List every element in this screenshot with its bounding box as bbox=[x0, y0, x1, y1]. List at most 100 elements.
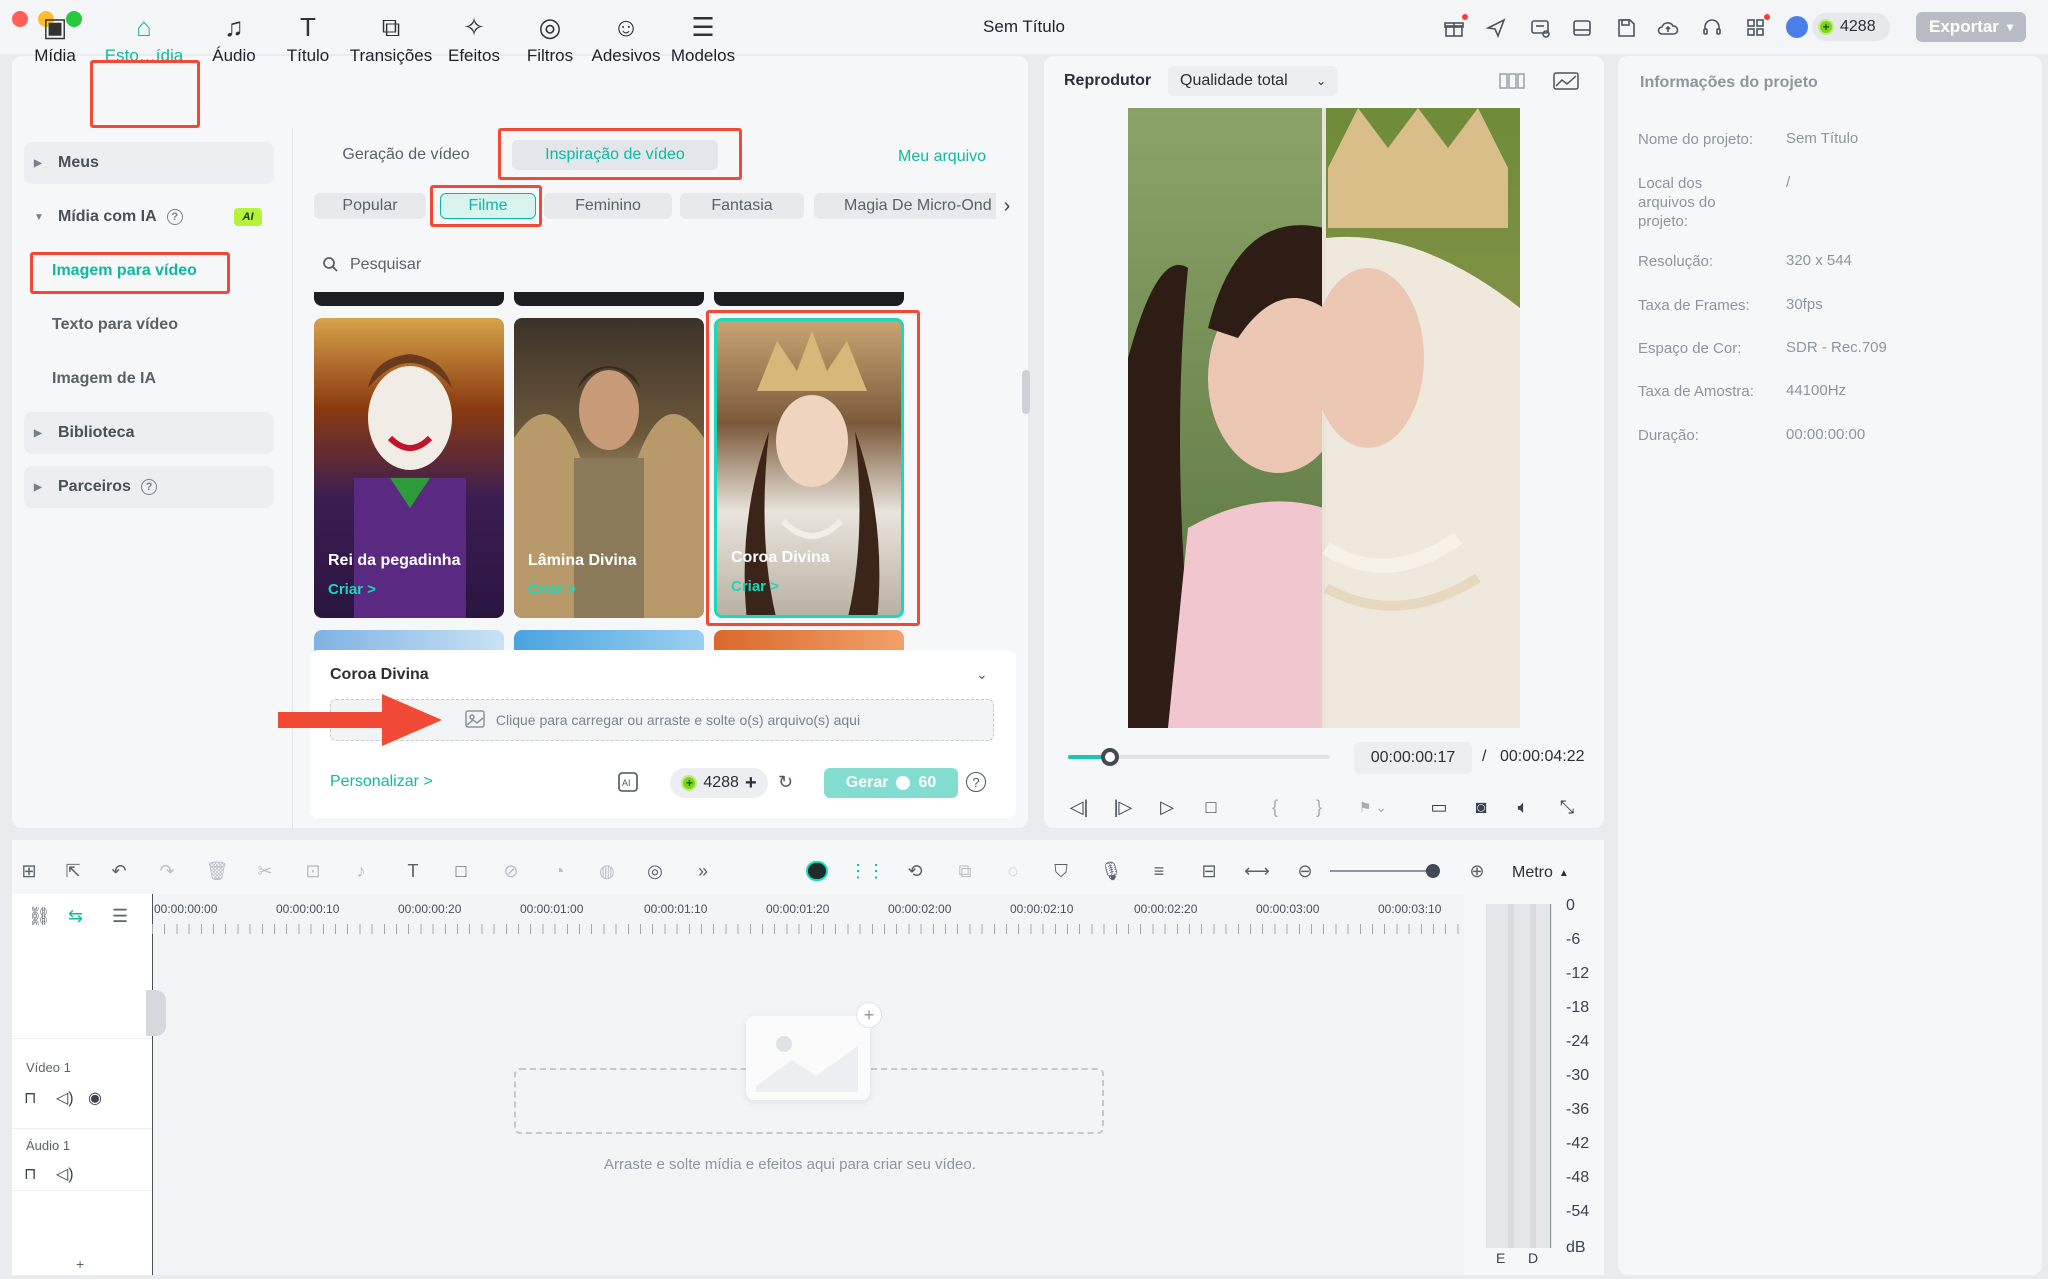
stop-icon[interactable]: □ bbox=[1196, 792, 1226, 822]
tab-media[interactable]: ▣ Mídia bbox=[24, 8, 86, 74]
gift-icon[interactable] bbox=[1440, 14, 1468, 42]
template-card-selected[interactable]: Coroa Divina Criar > bbox=[714, 318, 904, 618]
user-avatar[interactable] bbox=[1786, 16, 1808, 38]
audio-edit-icon[interactable]: ♪ bbox=[346, 856, 376, 886]
volume-icon[interactable]: ◁) bbox=[56, 1088, 74, 1108]
more-tools-icon[interactable]: » bbox=[688, 856, 718, 886]
tab-video-generation[interactable]: Geração de vídeo bbox=[326, 140, 486, 170]
scrollbar-thumb[interactable] bbox=[1022, 370, 1030, 414]
sidebar-item-text-to-video[interactable]: Texto para vídeo bbox=[52, 316, 178, 334]
color-palette-icon[interactable]: ◍ bbox=[592, 856, 622, 886]
image-view-icon[interactable] bbox=[1552, 70, 1582, 94]
ai-tool-icon[interactable]: ◎ bbox=[640, 856, 670, 886]
preview-canvas[interactable] bbox=[1128, 108, 1520, 728]
ai-settings-icon[interactable]: AI bbox=[616, 770, 642, 796]
template-card[interactable]: Rei da pegadinha Criar > bbox=[314, 318, 504, 618]
create-link[interactable]: Criar > bbox=[731, 578, 779, 595]
collapse-handle[interactable] bbox=[146, 990, 166, 1036]
redo-icon[interactable]: ↷ bbox=[152, 856, 182, 886]
speed-icon[interactable]: ◔ bbox=[544, 856, 574, 886]
auto-reframe-icon[interactable]: ⟲ bbox=[900, 856, 930, 886]
tab-templates[interactable]: ☰ Modelos bbox=[670, 8, 736, 74]
ai-voice-icon[interactable]: ⧉ bbox=[950, 856, 980, 886]
unlink-icon[interactable]: ⛓︎ bbox=[28, 906, 51, 927]
zoom-out-icon[interactable]: ⊖ bbox=[1290, 856, 1320, 886]
feedback-icon[interactable] bbox=[1526, 14, 1554, 42]
chip-micro-wave-magic[interactable]: Magia De Micro-Ond bbox=[814, 193, 1004, 219]
quality-select[interactable]: Qualidade total ⌄ bbox=[1168, 66, 1338, 96]
plus-icon[interactable]: + bbox=[856, 1002, 882, 1028]
undo-icon[interactable]: ↶ bbox=[104, 856, 134, 886]
help-icon[interactable]: ? bbox=[140, 479, 157, 495]
help-icon[interactable]: ? bbox=[966, 772, 986, 792]
tab-stock-media[interactable]: ⌂ Esto…ídia bbox=[96, 8, 192, 74]
credit-balance-pill[interactable]: + 4288 + bbox=[670, 768, 768, 798]
stabilize-icon[interactable]: ◌ bbox=[998, 856, 1028, 886]
current-time[interactable]: 00:00:00:17 bbox=[1354, 742, 1472, 774]
snapshot-camera-icon[interactable]: ◙ bbox=[1466, 792, 1496, 822]
tab-stickers[interactable]: ☺ Adesivos bbox=[590, 8, 662, 74]
zoom-slider-track[interactable] bbox=[1330, 870, 1436, 872]
credits-balance[interactable]: + 4288 bbox=[1812, 13, 1890, 41]
tab-filters[interactable]: ◎ Filtros bbox=[520, 8, 580, 74]
link-icon[interactable]: ⇆ bbox=[68, 906, 83, 927]
fit-width-icon[interactable]: ⟷ bbox=[1242, 856, 1272, 886]
delete-icon[interactable]: 🗑︎ bbox=[202, 856, 232, 886]
chip-feminine[interactable]: Feminino bbox=[544, 193, 672, 219]
zoom-in-icon[interactable]: ⊕ bbox=[1462, 856, 1492, 886]
track-layout-icon[interactable]: ☰ bbox=[112, 906, 128, 927]
display-icon[interactable]: ▭ bbox=[1424, 792, 1454, 822]
sidebar-item-ai-image[interactable]: Imagem de IA bbox=[52, 370, 156, 388]
sidebar-item-ai-media[interactable]: ▼ Mídia com IA ? AI bbox=[24, 196, 274, 238]
chevron-right-icon[interactable]: › bbox=[996, 193, 1018, 219]
ai-mascot-icon[interactable] bbox=[802, 856, 832, 886]
fullscreen-icon[interactable]: ⤡ bbox=[1552, 792, 1582, 822]
generate-button[interactable]: Gerar 60 bbox=[824, 768, 958, 798]
create-link[interactable]: Criar > bbox=[328, 581, 376, 598]
export-button[interactable]: Exportar ▾ bbox=[1916, 12, 2026, 42]
volume-icon[interactable]: 🔈︎ bbox=[1508, 792, 1538, 822]
mark-out-icon[interactable]: } bbox=[1304, 792, 1334, 822]
marker-dropdown-icon[interactable]: ⚑ ⌄ bbox=[1348, 792, 1398, 822]
meter-toggle[interactable]: Metro ▲ bbox=[1512, 860, 1592, 886]
playback-scrubber[interactable] bbox=[1100, 748, 1119, 766]
previous-frame-icon[interactable]: ◁| bbox=[1064, 792, 1094, 822]
eye-icon[interactable]: ◉ bbox=[88, 1088, 102, 1108]
volume-icon[interactable]: ◁) bbox=[56, 1164, 74, 1184]
add-track-button[interactable]: + bbox=[76, 1256, 84, 1272]
tab-transitions[interactable]: ⧉ Transições bbox=[348, 8, 434, 74]
layout-icon[interactable] bbox=[1568, 14, 1596, 42]
lock-icon[interactable]: ⊓ bbox=[24, 1088, 36, 1108]
mask-icon[interactable]: ⊘ bbox=[496, 856, 526, 886]
my-files-link[interactable]: Meu arquivo bbox=[898, 148, 986, 166]
tab-audio[interactable]: ♫ Áudio bbox=[206, 8, 262, 74]
cloud-upload-icon[interactable] bbox=[1654, 14, 1682, 42]
tab-video-inspiration[interactable]: Inspiração de vídeo bbox=[512, 140, 718, 170]
tab-effects[interactable]: ✧ Efeitos bbox=[444, 8, 504, 74]
mark-in-icon[interactable]: { bbox=[1260, 792, 1290, 822]
zoom-slider-knob[interactable] bbox=[1426, 864, 1440, 878]
shape-icon[interactable]: □ bbox=[446, 856, 476, 886]
layout-grid-icon[interactable]: ⊞ bbox=[14, 856, 44, 886]
select-cursor-icon[interactable]: ⇱ bbox=[58, 856, 88, 886]
sidebar-item-image-to-video[interactable]: Imagem para vídeo bbox=[52, 262, 197, 280]
crop-icon[interactable]: ⊡ bbox=[298, 856, 328, 886]
support-headset-icon[interactable] bbox=[1698, 14, 1726, 42]
sidebar-item-meus[interactable]: ▶ Meus bbox=[24, 142, 274, 184]
customize-link[interactable]: Personalizar > bbox=[330, 773, 433, 791]
text-tool-icon[interactable]: T bbox=[398, 856, 428, 886]
lock-icon[interactable]: ⊓ bbox=[24, 1164, 36, 1184]
help-icon[interactable]: ? bbox=[166, 209, 183, 225]
play-icon[interactable]: ▷ bbox=[1152, 792, 1182, 822]
sidebar-item-partners[interactable]: ▶ Parceiros ? bbox=[24, 466, 274, 508]
next-frame-icon[interactable]: |▷ bbox=[1108, 792, 1138, 822]
chevron-down-icon[interactable]: ⌄ bbox=[976, 666, 988, 683]
chip-film[interactable]: Filme bbox=[440, 193, 536, 219]
refresh-icon[interactable]: ↻ bbox=[778, 772, 793, 793]
chip-fantasy[interactable]: Fantasia bbox=[680, 193, 804, 219]
search-input[interactable]: Pesquisar bbox=[350, 256, 421, 274]
apps-grid-icon[interactable] bbox=[1742, 14, 1770, 42]
grid-view-icon[interactable] bbox=[1498, 70, 1528, 94]
tab-title[interactable]: T Título bbox=[280, 8, 336, 74]
cut-icon[interactable]: ✂ bbox=[250, 856, 280, 886]
